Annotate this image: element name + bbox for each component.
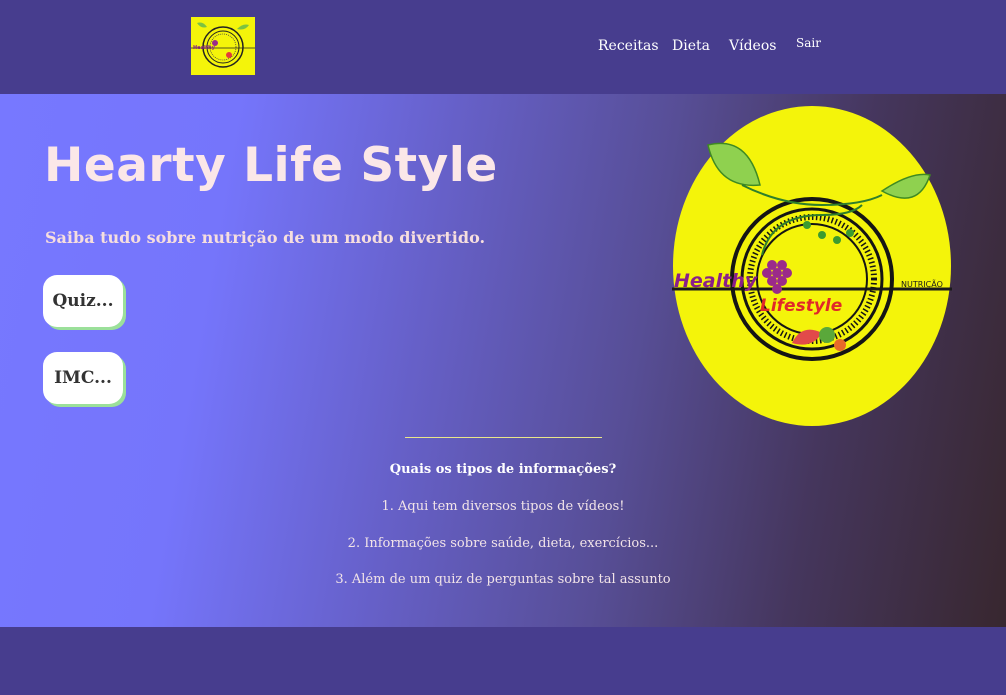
hero-title: Hearty Life Style (44, 138, 498, 193)
info-item: 1. Aqui tem diversos tipos de vídeos! (381, 499, 625, 514)
nav-link-videos[interactable]: Vídeos (729, 38, 776, 54)
healthy-lifestyle-emblem-icon: Healthy Lifestyle NUTRIÇÃO (672, 106, 952, 426)
emblem-word-center: Lifestyle (760, 296, 842, 316)
imc-button[interactable]: IMC... (43, 352, 123, 404)
quiz-button[interactable]: Quiz... (43, 275, 123, 327)
nav-link-receitas[interactable]: Receitas (598, 38, 659, 54)
hero-logo: Healthy Lifestyle NUTRIÇÃO (672, 105, 952, 427)
info-item: 2. Informações sobre saúde, dieta, exerc… (347, 536, 659, 551)
hero-subtitle: Saiba tudo sobre nutrição de um modo div… (45, 228, 486, 247)
site-logo[interactable]: Healthy (191, 17, 255, 75)
info-question: Quais os tipos de informações? (389, 462, 617, 477)
top-navbar: Healthy Receitas Dieta Vídeos Sair (0, 0, 1006, 94)
section-divider (405, 437, 602, 438)
nav-link-sair[interactable]: Sair (796, 36, 821, 50)
page-footer (0, 627, 1006, 695)
healthy-lifestyle-logo-icon: Healthy (191, 17, 255, 75)
hero-section: Hearty Life Style Saiba tudo sobre nutri… (0, 94, 1006, 627)
svg-text:Healthy: Healthy (193, 45, 216, 51)
emblem-word-left: Healthy (674, 270, 759, 292)
emblem-word-right: NUTRIÇÃO (901, 279, 943, 289)
nav-link-dieta[interactable]: Dieta (672, 38, 710, 54)
info-item: 3. Além de um quiz de perguntas sobre ta… (335, 572, 671, 587)
